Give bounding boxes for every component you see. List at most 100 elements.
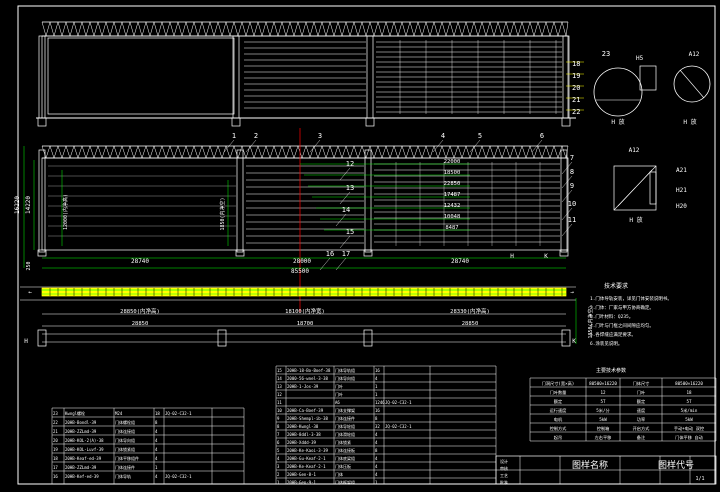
bom-cell: 门体 — [335, 471, 343, 477]
bom-cell: 20HB-KOL-2(A)-38 — [65, 438, 104, 443]
dim-span-b: 28000 — [293, 258, 311, 265]
axis-label: H — [24, 338, 28, 345]
title-row-label: 设计 — [500, 458, 508, 464]
spec-cell: 控制箱 — [597, 425, 610, 432]
dim-span-a: 28740 — [131, 258, 149, 265]
lower-dim-b2: 18700 — [297, 321, 314, 327]
lower-dim-left: 28850(内净高) — [120, 307, 160, 315]
detail-label: A12 — [689, 51, 700, 58]
spec-cell: 门叶 — [637, 389, 646, 396]
bom-cell: 23 — [53, 411, 58, 416]
bom-cell: 20HB-8ddl-3-38 — [287, 432, 321, 437]
stack-dim-value: 22000 — [444, 159, 461, 165]
bom-cell: 20HB-KOL-Luvf-39 — [65, 447, 104, 452]
bom-cell: 20HB-ZZLmd-39 — [65, 465, 97, 470]
bom-cell: 12 — [277, 392, 282, 397]
spec-cell: 5T — [600, 399, 606, 404]
lower-dim-b3: 28850 — [462, 321, 479, 327]
plan-callout: 4 — [441, 132, 445, 140]
bom-cell: JQ-02-C32-1 — [165, 411, 192, 416]
bom-cell: 20 — [53, 438, 58, 443]
title-row-label: 工艺 — [500, 473, 508, 478]
spec-cell: 备注 — [637, 434, 646, 441]
note-line: 3.门叶材料：Q235。 — [590, 313, 633, 320]
note-line: 4.门叶与门框之间间隙应均匀。 — [590, 322, 654, 329]
cad-drawing-canvas[interactable]: 18 19 20 21 22 28740 28000 28740 85500 16220 1422… — [0, 0, 720, 488]
detail-label: H 放 — [629, 216, 642, 224]
dim-span-c: 28740 — [451, 258, 469, 265]
sheet-number: 1/1 — [695, 476, 704, 482]
title-name: 图样名称 — [572, 459, 608, 471]
bom-cell: 20HB-Bondl-39 — [65, 420, 97, 425]
plan-callout: 5 — [478, 132, 482, 140]
bom-cell: 20HB-Gen-9-1 — [287, 480, 316, 485]
plan-callout: 10 — [568, 200, 576, 208]
spec-cell: 运行速度 — [550, 407, 568, 414]
bom-cell: 20HB-Gen-8-1 — [287, 472, 316, 477]
bom-cell: 17 — [53, 465, 58, 470]
spec-cell: 手动+电动 双控 — [674, 425, 705, 432]
spec-cell: 5kW — [599, 417, 607, 422]
bom-cell: 20HB-Keaf-ed-39 — [65, 456, 102, 461]
bom-cell: 门体框架组 — [335, 479, 355, 485]
bom-cell: 门体导向组 — [335, 375, 355, 381]
spec-cell: 额定 — [637, 398, 645, 405]
bom-cell: 18 — [155, 411, 160, 416]
bom-cell: 20HB-Kwngl-38 — [287, 424, 319, 429]
bom-cell: 19 — [53, 447, 58, 452]
dim-height-inner: 14220 — [25, 196, 32, 214]
detail-label: H 放 — [683, 118, 696, 126]
bom-cell: 14 — [277, 376, 282, 381]
callout-number: 18 — [572, 60, 580, 68]
spec-cell: 左右平移 — [595, 434, 612, 441]
title-code: 图样代号 — [658, 459, 694, 471]
spec-cell: 5米/min — [681, 407, 698, 414]
note-line: 1.门体导轨安装，详见门体安装说明书。 — [590, 295, 672, 302]
cad-drawing: 1819202122 28740 28000 287408550016220 1422… — [0, 0, 720, 488]
dim-inner: 1850(内净空) — [219, 197, 226, 230]
dim-mid-height: 12000(内净高) — [62, 194, 69, 230]
bom-cell: 20HB-Gu-Keaf-2-1 — [287, 456, 326, 461]
bom-cell: JQ-02-C32-1 — [165, 474, 192, 479]
dim-height-base: 250 — [26, 261, 32, 270]
spec-cell: 门体尺寸 — [633, 380, 650, 387]
spec-cell: 电机 — [554, 416, 563, 423]
note-line: 2.门体：厂家与甲方协商确定。 — [590, 304, 654, 311]
dim-total-width: 85500 — [291, 268, 309, 275]
dim-height-total: 16220 — [14, 196, 21, 214]
spec-cell: 5kW — [685, 417, 693, 422]
bom-cell: 20HB-Kef-ed-39 — [65, 474, 99, 479]
spec-cell: 功率 — [637, 416, 645, 423]
plan-callout: 2 — [254, 132, 258, 140]
spec-cell: 80500×16220 — [589, 381, 617, 386]
bom-cell: 门体导轮组 — [335, 423, 355, 429]
spec-cell: 5米/分 — [596, 407, 610, 414]
title-row-label: 审核 — [500, 465, 508, 471]
detail-label: H 放 — [611, 118, 624, 126]
bom-cell: 门体连接件 — [115, 464, 135, 470]
plan-callout: 17 — [342, 250, 350, 258]
axis-label: K — [572, 338, 576, 345]
lower-dim-b1: 28850 — [132, 321, 149, 327]
bom-cell: 门体导向组 — [115, 437, 135, 443]
notes-title: 技术要求 — [604, 282, 628, 290]
bom-cell: 门体滑轮组 — [335, 431, 355, 437]
stack-dim-value: 12432 — [444, 203, 461, 209]
detail-label: A21 — [676, 167, 687, 174]
bom-cell: 门体锁紧 — [335, 439, 351, 445]
bom-cell: 20HB-Ca-Boef-39 — [287, 408, 324, 413]
spec-cell: 控制方式 — [550, 425, 568, 432]
bom-cell: 2000-56-wnel-3-38 — [287, 376, 329, 381]
note-line: 5.各焊缝应满足要求。 — [590, 331, 636, 338]
section-arrow-right: → — [570, 289, 574, 296]
bom-cell: 16 — [375, 408, 380, 413]
bom-cell: 16 — [53, 474, 58, 479]
spec-cell: 门洞尺寸(宽×高) — [542, 380, 575, 387]
bom-cell: 10 — [277, 408, 282, 413]
stack-dim-value: 18500 — [444, 170, 461, 176]
bom-cell: 20HB-Xddd-39 — [287, 440, 316, 445]
bom-cell: 门体连接组 — [115, 428, 135, 434]
note-line: 6.涂装见说明。 — [590, 340, 622, 347]
spec-cell: 门体平移 自动 — [675, 434, 703, 441]
plan-callout: 15 — [346, 228, 354, 236]
